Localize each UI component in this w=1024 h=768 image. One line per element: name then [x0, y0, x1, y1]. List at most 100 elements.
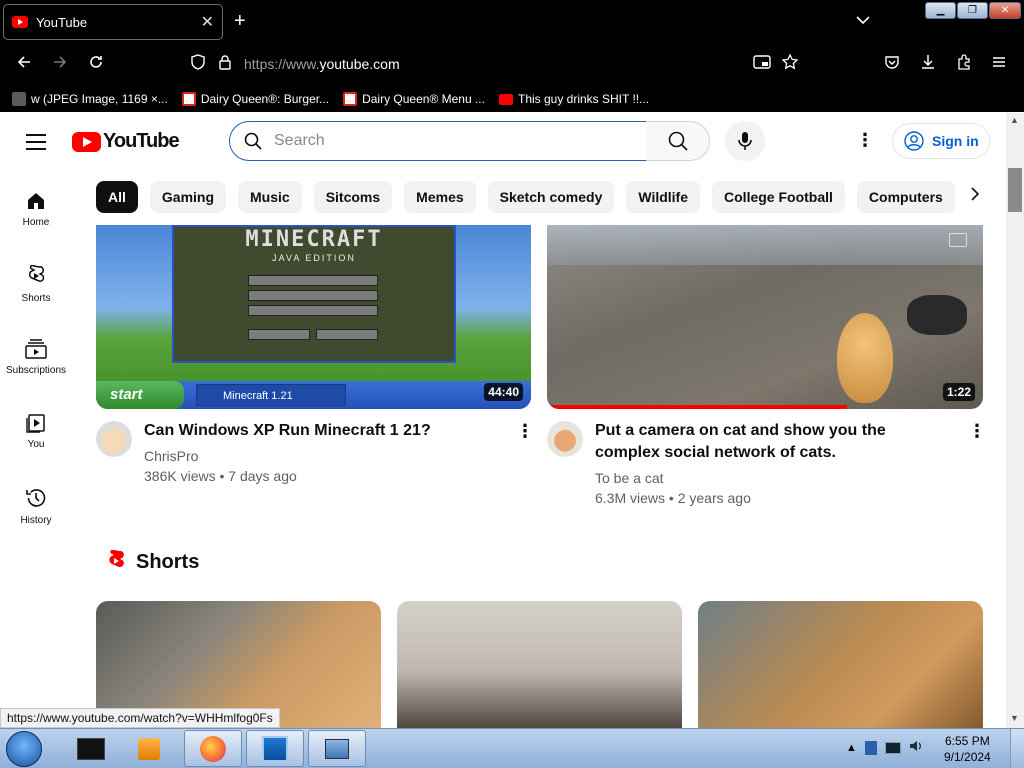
tab-youtube[interactable]: YouTube ✕	[3, 4, 223, 40]
back-icon[interactable]	[16, 54, 32, 75]
chip-gaming[interactable]: Gaming	[149, 181, 227, 213]
taskbar-app-virtualbox[interactable]	[246, 730, 304, 767]
reload-icon[interactable]	[88, 54, 104, 75]
sidebar-item-label: History	[20, 515, 52, 526]
video-thumbnail[interactable]: MINECRAFT JAVA EDITION start Minecraft 1…	[96, 225, 531, 409]
taskbar-app-terminal[interactable]	[62, 730, 120, 767]
video-meta: 386K views • 7 days ago	[144, 468, 297, 484]
thumbnail-subtext: JAVA EDITION	[272, 253, 356, 263]
sidebar-item-home[interactable]: Home	[0, 191, 72, 228]
video-thumbnail[interactable]: 1:22	[547, 225, 983, 409]
page-scrollbar[interactable]: ▲ ▼	[1006, 113, 1024, 728]
channel-name[interactable]: ChrisPro	[144, 445, 198, 467]
chip-music[interactable]: Music	[238, 181, 302, 213]
more-actions-icon[interactable]: ⋮	[968, 421, 986, 442]
sidebar-item-label: Home	[22, 217, 50, 228]
xp-start-button: start	[96, 381, 184, 409]
sign-in-button[interactable]: Sign in	[892, 123, 990, 159]
tray-app-icon[interactable]	[864, 740, 877, 755]
channel-avatar[interactable]	[96, 421, 132, 457]
shorts-heading: Shorts	[136, 550, 200, 573]
volume-icon[interactable]	[909, 739, 923, 756]
scroll-up-icon[interactable]: ▲	[1010, 115, 1019, 125]
youtube-favicon-icon	[12, 16, 28, 28]
url-domain: youtube.com	[319, 56, 400, 72]
video-title[interactable]: Can Windows XP Run Minecraft 1 21?	[144, 420, 504, 442]
url-prefix: https://www.	[244, 56, 320, 72]
chip-memes[interactable]: Memes	[404, 181, 476, 213]
tab-close-icon[interactable]: ✕	[201, 12, 214, 32]
new-tab-icon[interactable]: +	[234, 10, 246, 33]
show-desktop-button[interactable]	[1010, 729, 1024, 768]
chip-sitcoms[interactable]: Sitcoms	[313, 181, 393, 213]
sidebar-item-you[interactable]: You	[0, 413, 72, 450]
more-actions-icon[interactable]: ⋮	[516, 421, 534, 442]
bookmark-label: Dairy Queen®: Burger...	[200, 92, 330, 106]
extensions-icon[interactable]	[956, 54, 972, 75]
short-thumbnail[interactable]	[698, 601, 983, 728]
your-channel-icon	[26, 414, 45, 433]
bookmark-star-icon[interactable]	[781, 53, 799, 75]
bookmark-item[interactable]: Dairy Queen®: Burger...	[181, 92, 330, 106]
guide-menu-icon[interactable]	[26, 134, 46, 155]
bookmark-label: w (JPEG Image, 1169 ×...	[31, 92, 168, 106]
thumbnail-text: MINECRAFT	[245, 227, 383, 252]
youtube-page: YouTube ⋮ Sign in Home Shorts Subscripti…	[0, 113, 1006, 728]
youtube-logo[interactable]: YouTube	[72, 130, 180, 153]
picture-in-picture-icon[interactable]	[753, 54, 771, 75]
terminal-icon	[77, 737, 105, 760]
sidebar-item-history[interactable]: History	[0, 487, 72, 526]
account-circle-icon	[904, 131, 924, 151]
bookmark-item[interactable]: This guy drinks SHIT !!...	[498, 92, 649, 106]
voice-search-button[interactable]	[725, 121, 765, 161]
sidebar-item-label: Shorts	[21, 293, 51, 304]
chip-college-football[interactable]: College Football	[712, 181, 845, 213]
video-duration: 1:22	[942, 383, 975, 401]
sidebar-item-shorts[interactable]: Shorts	[0, 265, 72, 304]
search-input[interactable]	[274, 132, 614, 150]
app-menu-icon[interactable]	[992, 54, 1006, 74]
clock-time: 6:55 PM	[945, 734, 990, 748]
image-icon	[12, 92, 26, 106]
video-title[interactable]: Put a camera on cat and show you the com…	[595, 420, 955, 464]
search-box[interactable]	[229, 121, 647, 161]
bookmark-item[interactable]: Dairy Queen® Menu ...	[343, 92, 485, 106]
scroll-down-icon[interactable]: ▼	[1010, 713, 1019, 723]
shield-icon[interactable]	[190, 54, 206, 75]
minimize-button[interactable]: ▁	[925, 2, 956, 19]
bookmark-item[interactable]: w (JPEG Image, 1169 ×...	[12, 92, 168, 106]
channel-name[interactable]: To be a cat	[595, 467, 664, 489]
chevron-right-icon[interactable]	[970, 187, 980, 206]
settings-menu-icon[interactable]: ⋮	[856, 130, 874, 151]
short-thumbnail[interactable]	[397, 601, 682, 728]
pocket-icon[interactable]	[884, 54, 900, 75]
downloads-icon[interactable]	[920, 54, 936, 75]
scroll-thumb[interactable]	[1008, 168, 1022, 212]
chip-wildlife[interactable]: Wildlife	[626, 181, 701, 213]
logo-text: YouTube	[103, 130, 180, 152]
search-icon	[668, 131, 688, 151]
chevron-down-icon[interactable]	[856, 12, 870, 28]
network-computer-icon	[325, 738, 349, 759]
window-close-button[interactable]: ✕	[989, 2, 1021, 19]
forward-icon[interactable]	[52, 54, 68, 75]
sidebar-item-label: You	[27, 439, 45, 450]
chip-all[interactable]: All	[96, 181, 138, 213]
tray-expand-icon[interactable]: ▲	[846, 742, 857, 754]
tray-monitor-icon[interactable]	[884, 741, 901, 754]
chip-sketch-comedy[interactable]: Sketch comedy	[487, 181, 615, 213]
taskbar-app-firefox[interactable]	[184, 730, 242, 767]
address-bar[interactable]: https://www.youtube.com	[244, 56, 400, 72]
taskbar-clock[interactable]: 6:55 PM 9/1/2024	[944, 733, 991, 765]
video-meta: 6.3M views • 2 years ago	[595, 490, 751, 506]
search-button[interactable]	[646, 121, 710, 161]
chip-computers[interactable]: Computers	[856, 181, 955, 213]
restore-button[interactable]: ❐	[957, 2, 988, 19]
sidebar-item-subscriptions[interactable]: Subscriptions	[0, 339, 72, 376]
taskbar-app-media[interactable]	[120, 730, 178, 767]
browser-tab-bar: YouTube ✕ + ▁ ❐ ✕	[0, 0, 1024, 44]
lock-icon[interactable]	[218, 54, 232, 75]
taskbar-app-network[interactable]	[308, 730, 366, 767]
channel-avatar[interactable]	[547, 421, 583, 457]
start-button[interactable]	[6, 731, 42, 767]
